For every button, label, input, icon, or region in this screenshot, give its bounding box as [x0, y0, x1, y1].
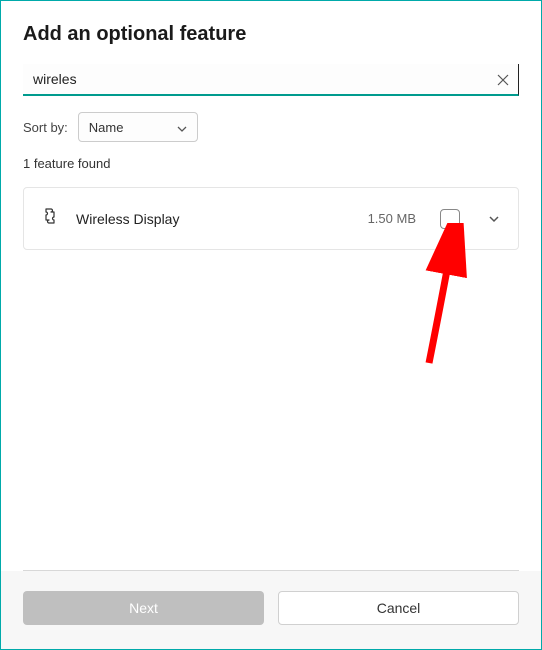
feature-item[interactable]: Wireless Display 1.50 MB — [24, 188, 518, 249]
close-icon — [497, 74, 509, 86]
sort-dropdown[interactable]: Name — [78, 112, 198, 142]
expand-button[interactable] — [486, 208, 502, 230]
feature-size: 1.50 MB — [368, 211, 416, 226]
feature-checkbox[interactable] — [440, 209, 460, 229]
dialog-title: Add an optional feature — [23, 23, 519, 46]
feature-list: Wireless Display 1.50 MB — [23, 187, 519, 250]
cancel-button[interactable]: Cancel — [278, 591, 519, 625]
search-container — [23, 64, 519, 96]
dialog-footer: Next Cancel — [1, 571, 541, 649]
feature-name: Wireless Display — [76, 211, 352, 227]
puzzle-icon — [40, 206, 60, 231]
next-button[interactable]: Next — [23, 591, 264, 625]
sort-selected-value: Name — [89, 120, 124, 135]
chevron-down-icon — [177, 120, 187, 135]
clear-search-button[interactable] — [493, 70, 513, 90]
sort-row: Sort by: Name — [23, 112, 519, 142]
chevron-down-icon — [488, 215, 500, 223]
results-count: 1 feature found — [23, 156, 519, 171]
sort-label: Sort by: — [23, 120, 68, 135]
search-input[interactable] — [23, 64, 519, 96]
